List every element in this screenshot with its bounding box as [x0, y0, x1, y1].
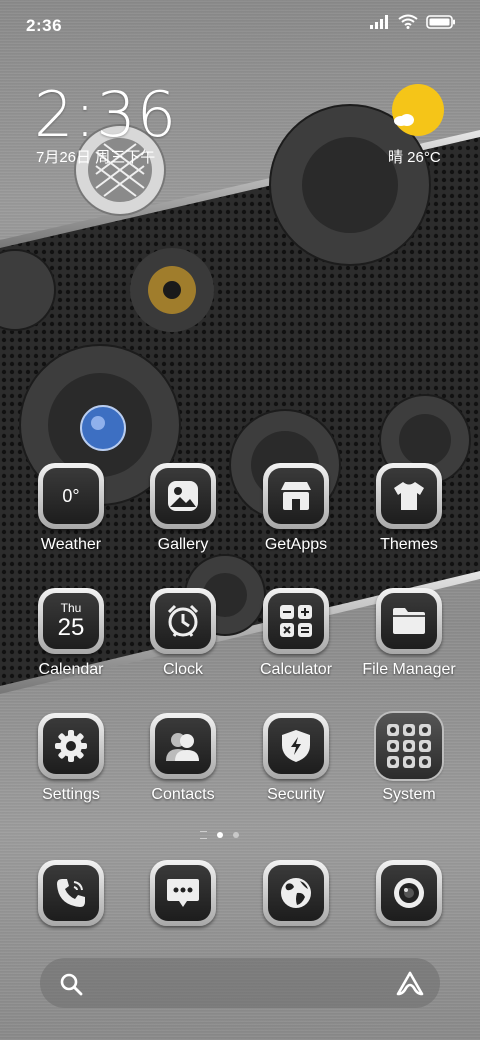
page-indicator[interactable] — [200, 831, 239, 839]
weather-icon: 0° — [38, 463, 104, 529]
tshirt-icon — [376, 463, 442, 529]
app-folder-icon — [376, 713, 442, 779]
app-label: Security — [267, 786, 325, 803]
weather-tile-temp: 0° — [62, 485, 80, 506]
app-label: Settings — [42, 786, 100, 803]
signal-icon — [370, 14, 388, 29]
contacts-icon — [150, 713, 216, 779]
dock-camera[interactable] — [355, 860, 463, 926]
app-label: Calculator — [259, 661, 333, 678]
gear-icon — [38, 713, 104, 779]
app-label: File Manager — [362, 661, 456, 678]
status-bar: 2:36 — [0, 0, 480, 50]
dock-browser[interactable] — [242, 860, 350, 926]
calculator-icon — [263, 588, 329, 654]
gallery-icon — [150, 463, 216, 529]
store-icon — [263, 463, 329, 529]
app-calculator[interactable]: Calculator — [242, 588, 350, 679]
widget-clock-time[interactable]: 2:36 — [34, 78, 177, 151]
app-settings[interactable]: Settings — [17, 713, 125, 804]
app-clock[interactable]: Clock — [129, 588, 237, 679]
globe-icon — [263, 860, 329, 926]
search-bar[interactable] — [40, 958, 440, 1008]
page-dot-current — [217, 832, 223, 838]
shield-icon — [263, 713, 329, 779]
cloud-icon — [394, 114, 414, 126]
page-dot — [233, 832, 239, 838]
app-label: System — [382, 786, 436, 803]
search-icon[interactable] — [58, 971, 84, 997]
dock-phone[interactable] — [17, 860, 125, 926]
widget-date: 7月26日 周三下午 — [36, 149, 156, 166]
dock-messages[interactable] — [129, 860, 237, 926]
calendar-tile-date: 25 — [57, 614, 85, 641]
assistant-icon[interactable] — [395, 970, 425, 998]
app-themes[interactable]: Themes — [355, 463, 463, 554]
app-file-manager[interactable]: File Manager — [355, 588, 463, 679]
app-calendar[interactable]: Thu 25 Calendar — [17, 588, 125, 679]
app-weather[interactable]: 0° Weather — [17, 463, 125, 554]
camera-icon — [376, 860, 442, 926]
app-getapps[interactable]: GetApps — [242, 463, 350, 554]
app-label: Calendar — [38, 661, 104, 678]
app-contacts[interactable]: Contacts — [129, 713, 237, 804]
battery-icon — [426, 14, 455, 29]
app-label: Clock — [162, 661, 203, 678]
widget-weather-text: 晴 26°C — [388, 149, 441, 166]
status-time: 2:36 — [26, 16, 63, 35]
status-icons — [370, 14, 456, 29]
app-label: GetApps — [264, 536, 328, 553]
page-indicator-menu — [200, 831, 207, 839]
folder-icon — [376, 588, 442, 654]
message-icon — [150, 860, 216, 926]
calendar-tile-day: Thu — [60, 601, 82, 615]
phone-icon — [38, 860, 104, 926]
app-label: Weather — [40, 536, 102, 553]
sun-cloud-icon[interactable] — [392, 84, 444, 136]
app-security[interactable]: Security — [242, 713, 350, 804]
app-label: Gallery — [157, 536, 209, 553]
calendar-icon: Thu 25 — [38, 588, 104, 654]
wifi-icon — [398, 14, 418, 29]
app-gallery[interactable]: Gallery — [129, 463, 237, 554]
app-label: Themes — [380, 536, 438, 553]
app-label: Contacts — [151, 786, 215, 803]
app-system-folder[interactable]: System — [355, 713, 463, 804]
alarm-clock-icon — [150, 588, 216, 654]
